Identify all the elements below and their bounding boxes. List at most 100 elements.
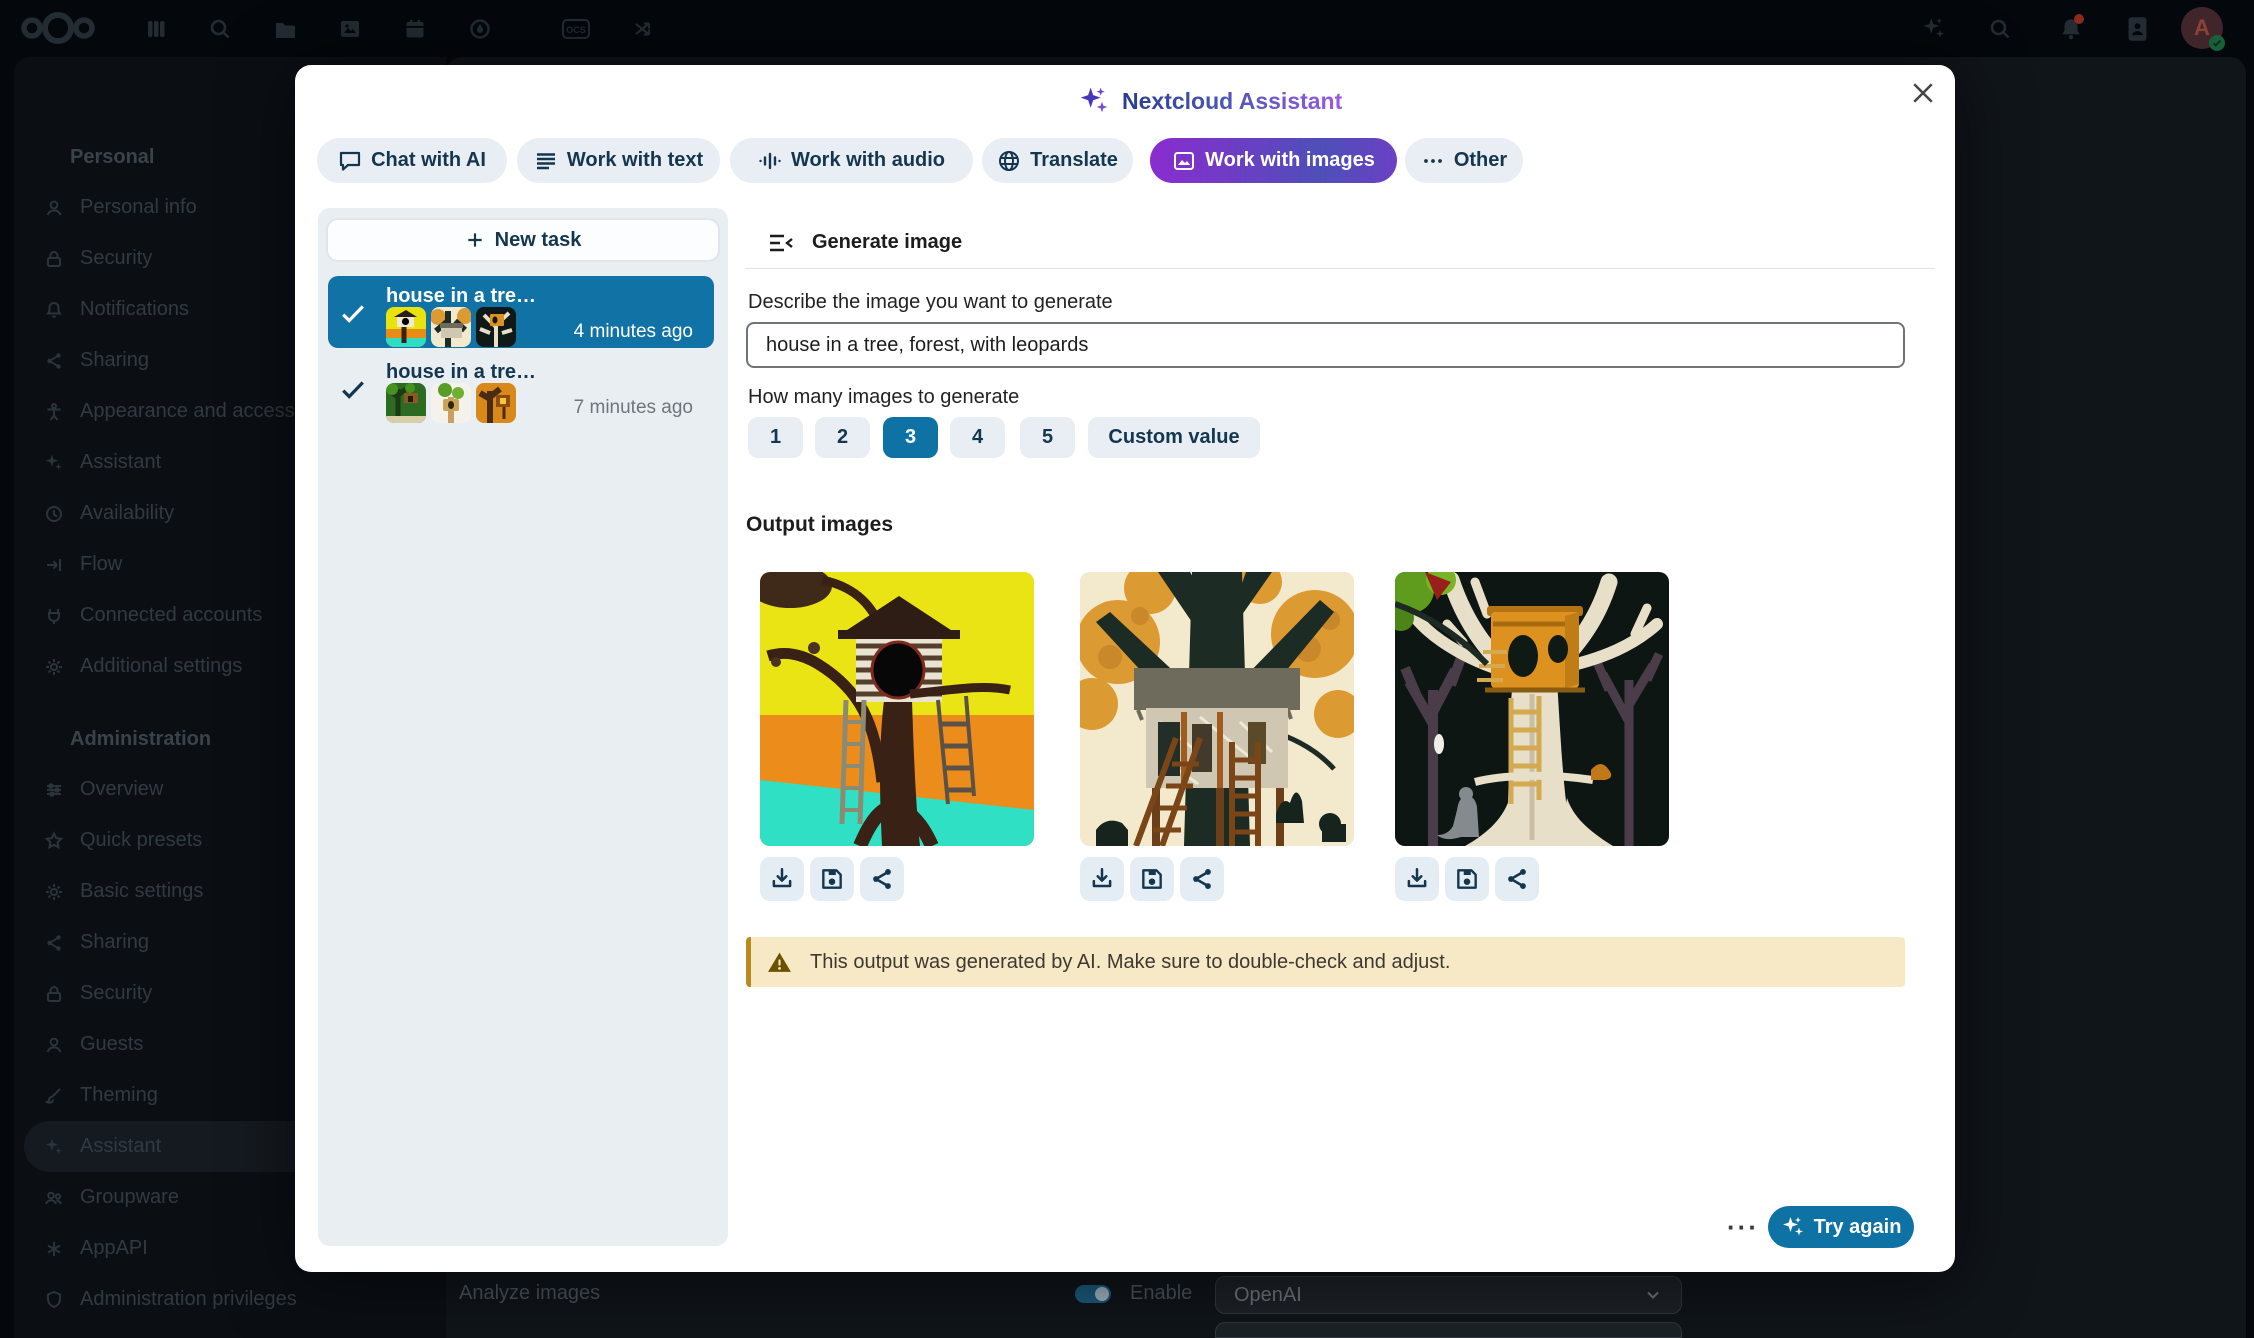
lock-icon [44, 984, 64, 1004]
share-icon [1189, 866, 1215, 892]
external-sites-icon[interactable] [632, 17, 656, 41]
status-online-icon [2209, 35, 2225, 51]
download-icon [1404, 866, 1430, 892]
tab-label: Work with text [567, 149, 703, 172]
more-actions-label: ··· [1727, 1212, 1759, 1243]
output-image-2[interactable] [1080, 572, 1354, 846]
sparkle-icon [44, 453, 64, 473]
more-actions-button[interactable]: ··· [1719, 1207, 1767, 1247]
text-lines-icon [534, 149, 558, 173]
count-button-3-selected[interactable]: 3 [883, 417, 938, 458]
content-header-title: Generate image [812, 231, 962, 254]
provider-select[interactable]: OpenAI [1215, 1276, 1682, 1314]
files-icon[interactable] [273, 18, 297, 42]
count-button-1[interactable]: 1 [748, 417, 803, 458]
plus-icon [465, 230, 485, 250]
task-title: house in a tre… [386, 285, 536, 308]
task-thumbnail [386, 307, 426, 347]
tab-label: Translate [1030, 149, 1118, 172]
menu-open-icon[interactable] [768, 232, 794, 254]
save-button[interactable] [810, 857, 854, 901]
assistant-topbar-icon[interactable] [1921, 16, 1947, 42]
task-item-selected[interactable]: house in a tre… 4 minutes ago [328, 276, 714, 348]
tab-translate[interactable]: Translate [982, 138, 1133, 183]
task-thumbnail [476, 307, 516, 347]
enable-label: Enable [1130, 1282, 1192, 1305]
download-icon [1089, 866, 1115, 892]
tab-work-with-images[interactable]: Work with images [1150, 138, 1397, 183]
task-thumbnail [476, 383, 516, 423]
gear-icon [44, 882, 64, 902]
count-button-4[interactable]: 4 [950, 417, 1005, 458]
close-icon[interactable] [1899, 69, 1947, 117]
tab-label: Work with audio [791, 149, 945, 172]
nextcloud-logo[interactable] [18, 10, 98, 46]
dashboard-icon[interactable] [144, 17, 168, 41]
chevron-down-icon [1643, 1285, 1663, 1305]
tab-chat-with-ai[interactable]: Chat with AI [317, 138, 507, 183]
new-task-button[interactable]: New task [326, 218, 720, 262]
task-timestamp: 7 minutes ago [574, 397, 693, 419]
tab-work-with-text[interactable]: Work with text [517, 138, 720, 183]
sidebar-item-admin-privileges[interactable]: Administration privileges [14, 1274, 446, 1325]
tab-other[interactable]: Other [1405, 138, 1523, 183]
calendar-icon[interactable] [403, 17, 427, 41]
output-image-1[interactable] [760, 572, 1034, 846]
enable-toggle[interactable] [1075, 1285, 1111, 1303]
sidebar-item-label: Sharing [80, 349, 149, 372]
ocs-icon[interactable]: OCS [562, 19, 590, 39]
warning-text: This output was generated by AI. Make su… [810, 951, 1450, 974]
notifications-bell-icon[interactable] [2058, 16, 2084, 42]
modal-title: Nextcloud Assistant [1078, 85, 1342, 117]
count-button-5[interactable]: 5 [1020, 417, 1075, 458]
share-button[interactable] [860, 857, 904, 901]
unified-search-icon[interactable] [1988, 17, 2012, 41]
avatar[interactable]: A [2181, 7, 2223, 49]
count-button-2[interactable]: 2 [815, 417, 870, 458]
photos-icon[interactable] [338, 17, 362, 41]
output-images-heading: Output images [746, 513, 893, 537]
flow-icon [44, 555, 64, 575]
task-thumbnail [431, 383, 471, 423]
warning-icon [767, 950, 792, 975]
share-icon [44, 351, 64, 371]
task-item[interactable]: house in a tre… 7 minutes ago [328, 352, 714, 424]
download-button[interactable] [1395, 857, 1439, 901]
download-button[interactable] [760, 857, 804, 901]
ai-warning-banner: This output was generated by AI. Make su… [746, 937, 1905, 987]
sidebar-item-label: Guests [80, 1033, 143, 1056]
activity-icon[interactable] [468, 17, 492, 41]
tab-label: Other [1454, 149, 1507, 172]
share-button[interactable] [1180, 857, 1224, 901]
sidebar-item-label: Assistant [80, 451, 161, 474]
contacts-menu-icon[interactable] [2124, 15, 2151, 43]
sidebar-item-admin-notifications[interactable]: Notifications [14, 1325, 446, 1338]
plug-icon [44, 606, 64, 626]
tab-label: Work with images [1205, 149, 1375, 172]
custom-value-label: Custom value [1108, 426, 1239, 449]
save-button[interactable] [1445, 857, 1489, 901]
toggle-knob [1095, 1287, 1109, 1301]
save-button[interactable] [1130, 857, 1174, 901]
tab-label: Chat with AI [371, 149, 486, 172]
admin-icon [44, 1290, 64, 1310]
download-button[interactable] [1080, 857, 1124, 901]
custom-value-button[interactable]: Custom value [1088, 417, 1260, 458]
try-again-button[interactable]: Try again [1768, 1206, 1914, 1248]
sidebar-item-label: AppAPI [80, 1237, 148, 1260]
partial-select[interactable] [1215, 1322, 1682, 1338]
account-icon [44, 198, 64, 218]
search-app-icon[interactable] [208, 17, 232, 41]
sidebar-item-label: Notifications [80, 298, 189, 321]
tab-work-with-audio[interactable]: Work with audio [730, 138, 973, 183]
task-list-panel: New task house in a tre… 4 minutes ago h… [318, 208, 728, 1246]
sidebar-item-label: Theming [80, 1084, 158, 1107]
share-button[interactable] [1495, 857, 1539, 901]
prompt-input[interactable] [746, 322, 1905, 368]
globe-icon [997, 149, 1021, 173]
assistant-modal: Nextcloud Assistant Chat with AI Work wi… [295, 65, 1955, 1272]
brush-icon [44, 1086, 64, 1106]
count-button-label: 3 [905, 426, 916, 449]
output-image-3[interactable] [1395, 572, 1669, 846]
check-icon [338, 376, 368, 402]
